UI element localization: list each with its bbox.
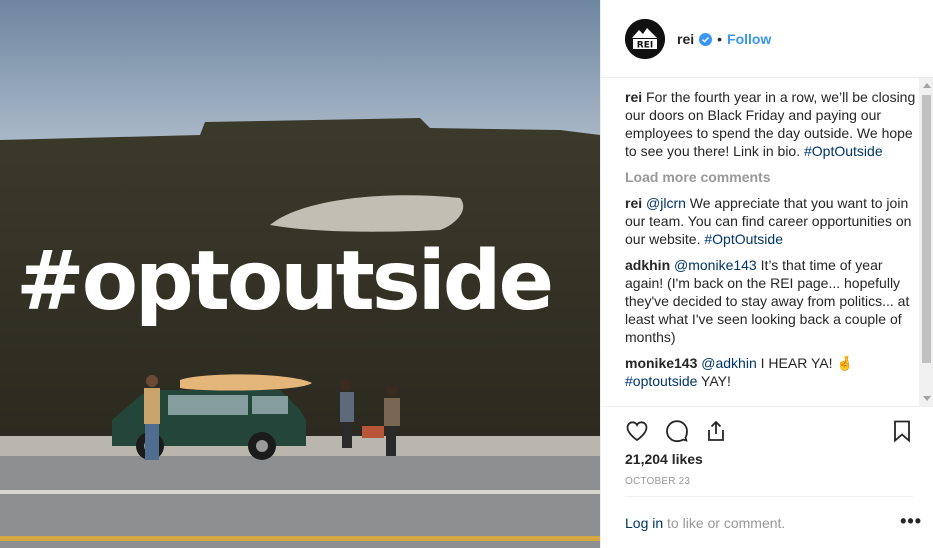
rei-logo: REI bbox=[625, 19, 665, 59]
more-options-icon[interactable]: ••• bbox=[900, 511, 922, 532]
comment-icon[interactable] bbox=[665, 419, 689, 443]
post-side-panel: REI rei • Follow rei For the fourth year… bbox=[600, 0, 933, 548]
comments-list: rei For the fourth year in a row, we’ll … bbox=[625, 88, 917, 406]
action-bar bbox=[601, 406, 933, 452]
load-more-comments-button[interactable]: Load more comments bbox=[625, 168, 917, 186]
header-text: rei • Follow bbox=[677, 31, 771, 47]
likes-count[interactable]: 21,204 likes bbox=[625, 451, 703, 467]
login-bar: Log in to like or comment. ••• bbox=[625, 496, 921, 548]
header-username[interactable]: rei bbox=[677, 31, 694, 47]
comment-hashtag[interactable]: #optoutside bbox=[625, 373, 697, 389]
scrollbar-thumb[interactable] bbox=[922, 95, 931, 363]
share-icon[interactable] bbox=[704, 419, 728, 443]
post-photo[interactable]: #optoutside bbox=[0, 0, 600, 548]
hashtag-overlay: #optoutside bbox=[16, 234, 554, 329]
post-date[interactable]: OCTOBER 23 bbox=[625, 476, 690, 487]
comment-mention[interactable]: @adkhin bbox=[701, 355, 756, 371]
scroll-up-arrow-icon[interactable] bbox=[923, 83, 931, 88]
road bbox=[0, 456, 600, 548]
caption: rei For the fourth year in a row, we’ll … bbox=[625, 88, 917, 160]
road-line bbox=[0, 490, 600, 494]
heart-icon[interactable] bbox=[625, 419, 649, 443]
avatar[interactable]: REI bbox=[625, 19, 665, 59]
post-header: REI rei • Follow bbox=[601, 0, 933, 78]
comment-item: monike143 @adkhin I HEAR YA! 🤞 #optoutsi… bbox=[625, 354, 917, 390]
follow-button[interactable]: Follow bbox=[727, 31, 771, 47]
caption-author[interactable]: rei bbox=[625, 89, 642, 105]
login-link[interactable]: Log in bbox=[625, 515, 663, 531]
comment-item: rei @jlcrn We appreciate that you want t… bbox=[625, 194, 917, 248]
caption-hashtag[interactable]: #OptOutside bbox=[804, 143, 883, 159]
verified-badge-icon bbox=[699, 32, 713, 46]
comment-author[interactable]: monike143 bbox=[625, 355, 697, 371]
comment-hashtag[interactable]: #OptOutside bbox=[704, 231, 783, 247]
comment-author[interactable]: adkhin bbox=[625, 257, 670, 273]
comment-mention[interactable]: @jlcrn bbox=[646, 195, 686, 211]
road-yellow-line bbox=[0, 536, 600, 541]
login-rest-text: to like or comment. bbox=[667, 515, 786, 531]
svg-text:REI: REI bbox=[637, 41, 653, 51]
comment-item: adkhin @monike143 It’s that time of year… bbox=[625, 256, 917, 346]
bookmark-icon[interactable] bbox=[890, 419, 914, 443]
comment-suffix: YAY! bbox=[701, 373, 731, 389]
comments-scrollbar[interactable] bbox=[919, 78, 933, 406]
login-prompt: Log in to like or comment. bbox=[625, 515, 785, 531]
separator-dot: • bbox=[717, 31, 723, 47]
comment-text: I HEAR YA! 🤞 bbox=[760, 355, 854, 371]
comment-author[interactable]: rei bbox=[625, 195, 642, 211]
scroll-down-arrow-icon[interactable] bbox=[923, 396, 931, 401]
comment-mention[interactable]: @monike143 bbox=[674, 257, 757, 273]
